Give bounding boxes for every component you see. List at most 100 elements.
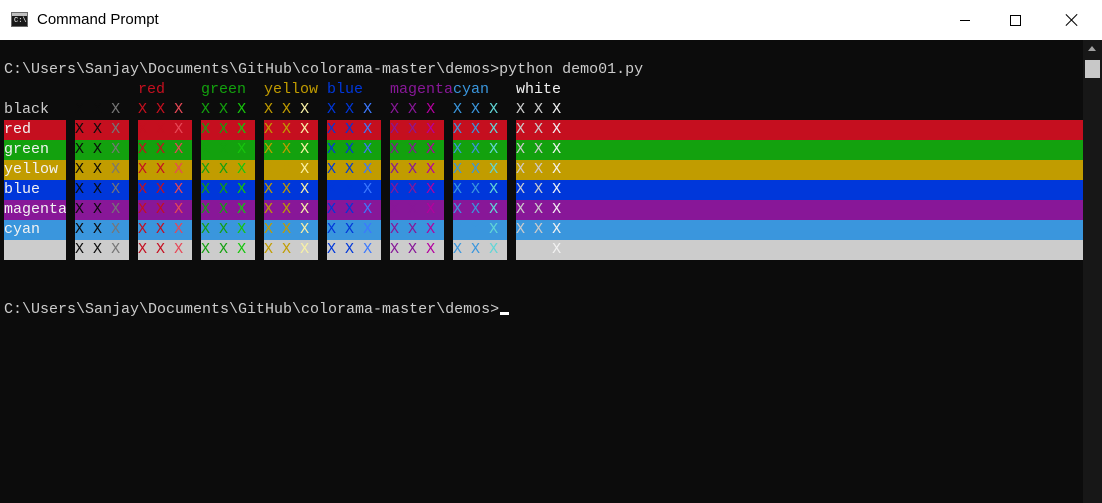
table-cell: X X X — [75, 221, 121, 238]
table-cell: X X X — [516, 221, 562, 238]
cell-gap — [381, 140, 390, 160]
table-cell: X X X — [264, 241, 310, 258]
table-cell: X X X — [453, 101, 499, 118]
row-label: cyan — [4, 221, 41, 238]
table-cell: X X X — [138, 181, 184, 198]
table-cell: X X X — [390, 201, 436, 218]
close-icon — [1065, 13, 1079, 27]
cell-gap — [255, 220, 264, 240]
cell-gap — [318, 180, 327, 200]
table-cell: X X X — [390, 141, 436, 158]
cell-gap — [381, 200, 390, 220]
table-cell: X X X — [138, 101, 184, 118]
app-icon-text: C:\. — [14, 17, 31, 25]
cell-gap — [192, 180, 201, 200]
table-cell: X X X — [264, 101, 310, 118]
cell-gap — [381, 160, 390, 180]
table-cell: X X X — [138, 161, 184, 178]
minimize-icon — [960, 19, 970, 21]
cell-gap — [129, 160, 138, 180]
table-cell: X X X — [453, 181, 499, 198]
cell-gap — [192, 120, 201, 140]
table-cell: X X X — [390, 121, 436, 138]
cell-gap — [129, 140, 138, 160]
table-cell: X X X — [75, 121, 121, 138]
command-prompt-icon: C:\. — [11, 12, 31, 27]
row-label: magenta — [4, 201, 68, 218]
table-cell: X X X — [390, 161, 436, 178]
cell-gap — [255, 180, 264, 200]
table-cell: X X X — [516, 121, 562, 138]
row-label: yellow — [4, 161, 59, 178]
cell-gap — [66, 160, 75, 180]
scroll-up-arrow-icon[interactable] — [1088, 46, 1096, 51]
table-cell: X X X — [138, 121, 184, 138]
table-cell: X X X — [75, 101, 121, 118]
cell-gap — [192, 160, 201, 180]
scroll-thumb[interactable] — [1085, 60, 1100, 78]
cell-gap — [318, 220, 327, 240]
table-cell: X X X — [264, 141, 310, 158]
table-cell: X X X — [201, 241, 247, 258]
table-cell: X X X — [201, 161, 247, 178]
row-label: black — [4, 101, 50, 118]
column-header: cyan — [453, 81, 490, 98]
table-cell: X X X — [453, 161, 499, 178]
table-cell: X X X — [201, 141, 247, 158]
table-cell: X X X — [516, 141, 562, 158]
table-cell: X X X — [453, 201, 499, 218]
cell-gap — [129, 240, 138, 260]
table-cell: X X X — [264, 121, 310, 138]
table-cell: X X X — [516, 101, 562, 118]
cell-gap — [255, 140, 264, 160]
table-cell: X X X — [264, 201, 310, 218]
cell-gap — [255, 120, 264, 140]
window-title: Command Prompt — [37, 11, 159, 28]
cell-gap — [66, 220, 75, 240]
cell-gap — [444, 180, 453, 200]
table-cell: X X X — [327, 201, 373, 218]
column-header: magenta — [390, 81, 454, 98]
table-cell: X X X — [138, 141, 184, 158]
table-cell: X X X — [327, 161, 373, 178]
cell-gap — [129, 220, 138, 240]
vertical-scrollbar[interactable] — [1083, 40, 1102, 503]
cell-gap — [444, 120, 453, 140]
table-cell: X X X — [138, 241, 184, 258]
table-cell: X X X — [453, 241, 499, 258]
prompt-line[interactable]: C:\Users\Sanjay\Documents\GitHub\coloram… — [4, 300, 510, 320]
prompt-text: C:\Users\Sanjay\Documents\GitHub\coloram… — [4, 301, 500, 318]
cell-gap — [192, 240, 201, 260]
table-cell: X X X — [516, 201, 562, 218]
table-cell: X X X — [390, 101, 436, 118]
table-cell: X X X — [327, 141, 373, 158]
table-cell: X X X — [75, 181, 121, 198]
title-bar[interactable]: C:\. Command Prompt — [0, 0, 1102, 40]
table-cell: X X X — [138, 201, 184, 218]
column-header: white — [516, 81, 562, 98]
column-header: green — [201, 81, 247, 98]
table-cell: X X X — [390, 241, 436, 258]
cell-gap — [444, 200, 453, 220]
table-cell: X X X — [201, 101, 247, 118]
cell-gap — [66, 200, 75, 220]
console-output[interactable]: C:\Users\Sanjay\Documents\GitHub\coloram… — [0, 40, 1083, 503]
minimize-button[interactable] — [942, 0, 988, 40]
cell-gap — [507, 200, 516, 220]
cell-gap — [507, 140, 516, 160]
table-cell: X X X — [327, 221, 373, 238]
cell-gap — [444, 160, 453, 180]
cell-gap — [381, 120, 390, 140]
table-cell: X X X — [390, 221, 436, 238]
close-button[interactable] — [1049, 0, 1095, 40]
column-header: blue — [327, 81, 364, 98]
command-line: C:\Users\Sanjay\Documents\GitHub\coloram… — [4, 61, 644, 78]
cell-gap — [129, 180, 138, 200]
table-cell: X X X — [327, 121, 373, 138]
table-cell: X X X — [516, 161, 562, 178]
cell-gap — [507, 160, 516, 180]
row-label: red — [4, 121, 32, 138]
cell-gap — [507, 120, 516, 140]
maximize-button[interactable] — [992, 0, 1038, 40]
cell-gap — [381, 240, 390, 260]
